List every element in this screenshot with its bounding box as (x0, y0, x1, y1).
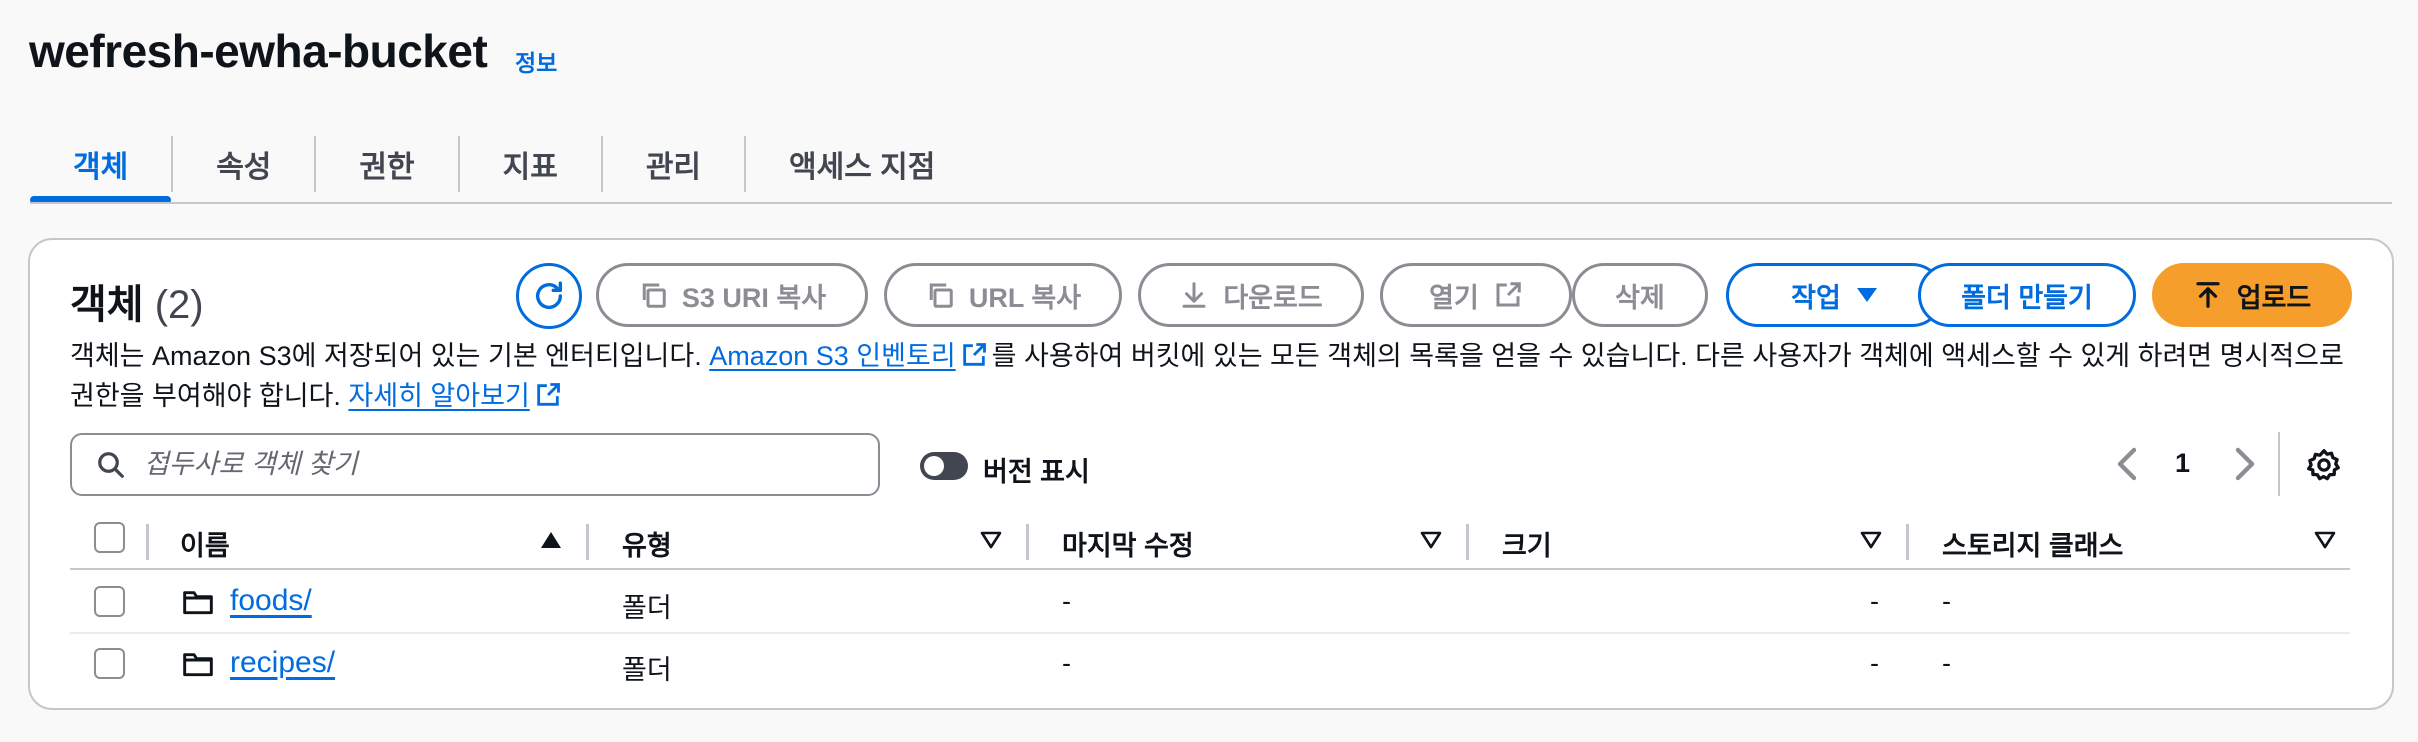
create-folder-label: 폴더 만들기 (1961, 282, 2093, 313)
row-size: - (1870, 586, 1879, 616)
row-last-modified: - (1062, 648, 1071, 678)
tab-management[interactable]: 관리 (603, 128, 744, 200)
table-header: 이름 유형 마지막 수정 크기 스토리지 클래스 (70, 516, 2350, 568)
tab-metrics[interactable]: 지표 (460, 128, 601, 200)
folder-link[interactable]: recipes/ (230, 646, 335, 680)
external-link-icon (1496, 282, 1521, 307)
column-header-storage-class[interactable]: 스토리지 클래스 (1942, 524, 2123, 563)
inventory-link[interactable]: Amazon S3 인벤토리 (709, 341, 955, 371)
tab-objects[interactable]: 객체 (30, 128, 172, 204)
column-header-type[interactable]: 유형 (622, 524, 672, 563)
copy-icon (929, 283, 953, 308)
objects-count: (2) (154, 283, 204, 327)
external-link-icon (537, 383, 560, 406)
column-header-size[interactable]: 크기 (1502, 524, 1552, 563)
column-header-last-modified[interactable]: 마지막 수정 (1062, 524, 1194, 563)
info-link[interactable]: 정보 (515, 44, 557, 78)
tabs-underline (30, 202, 2392, 204)
external-link-icon (962, 343, 986, 366)
upload-label: 업로드 (2236, 282, 2312, 313)
copy-url-label: URL 복사 (968, 282, 1082, 313)
copy-s3-uri-label: S3 URI 복사 (681, 282, 827, 313)
delete-label: 삭제 (1615, 282, 1665, 313)
actions-dropdown-button[interactable]: 작업 (1726, 263, 1944, 327)
copy-icon (642, 283, 666, 308)
row-checkbox[interactable] (94, 648, 125, 679)
copy-s3-uri-button[interactable]: S3 URI 복사 (596, 263, 868, 327)
row-type: 폴더 (622, 593, 672, 623)
delete-button[interactable]: 삭제 (1572, 263, 1708, 327)
create-folder-button[interactable]: 폴더 만들기 (1918, 263, 2136, 327)
current-page-number[interactable]: 1 (2175, 448, 2190, 479)
object-search-field[interactable] (70, 433, 880, 496)
search-icon (98, 451, 124, 478)
row-type: 폴더 (622, 655, 672, 685)
open-button[interactable]: 열기 (1380, 263, 1572, 327)
column-divider (1026, 524, 1029, 560)
objects-heading: 객체 (2) (70, 272, 204, 330)
folder-icon (183, 653, 213, 677)
sort-ascending-icon[interactable] (540, 530, 562, 550)
table-row: recipes/ 폴더 - - - (70, 634, 2350, 696)
show-versions-label: 버전 표시 (983, 457, 1090, 487)
folder-link[interactable]: foods/ (230, 584, 312, 618)
caret-down-icon (1856, 288, 1877, 302)
tab-permissions[interactable]: 권한 (316, 128, 457, 200)
sort-icon[interactable] (2314, 530, 2336, 550)
refresh-icon (535, 281, 563, 309)
sort-icon[interactable] (980, 530, 1002, 550)
column-divider (1466, 524, 1469, 560)
tab-properties[interactable]: 속성 (173, 128, 314, 200)
sort-icon[interactable] (1860, 530, 1882, 550)
column-divider (146, 524, 149, 560)
show-versions-toggle[interactable] (920, 452, 968, 480)
object-search-input[interactable] (144, 449, 878, 480)
select-all-checkbox[interactable] (94, 522, 125, 553)
next-page-icon[interactable] (2230, 446, 2258, 482)
sort-icon[interactable] (1420, 530, 1442, 550)
download-icon (1182, 282, 1206, 308)
column-header-name[interactable]: 이름 (180, 524, 230, 563)
refresh-button[interactable] (516, 263, 582, 329)
tab-bar: 객체 속성 권한 지표 관리 액세스 지점 (30, 128, 2392, 204)
upload-icon (2196, 282, 2220, 308)
tab-access-points[interactable]: 액세스 지점 (746, 128, 978, 200)
open-label: 열기 (1429, 282, 1479, 313)
pagination-divider (2278, 432, 2280, 496)
row-last-modified: - (1062, 586, 1071, 616)
objects-description: 객체는 Amazon S3에 저장되어 있는 기본 엔터티입니다. Amazon… (70, 336, 2360, 416)
row-checkbox[interactable] (94, 586, 125, 617)
row-storage-class: - (1942, 648, 1951, 678)
upload-button[interactable]: 업로드 (2152, 263, 2352, 327)
table-row: foods/ 폴더 - - - (70, 570, 2350, 632)
previous-page-icon[interactable] (2114, 446, 2142, 482)
learn-more-link[interactable]: 자세히 알아보기 (348, 381, 529, 411)
bucket-title: wefresh-ewha-bucket (29, 25, 488, 77)
actions-label: 작업 (1791, 282, 1841, 313)
column-divider (1906, 524, 1909, 560)
copy-url-button[interactable]: URL 복사 (884, 263, 1122, 327)
download-label: 다운로드 (1223, 282, 1323, 313)
gear-icon[interactable] (2306, 447, 2342, 483)
row-size: - (1870, 648, 1879, 678)
download-button[interactable]: 다운로드 (1138, 263, 1364, 327)
column-divider (586, 524, 589, 560)
objects-heading-label: 객체 (70, 283, 144, 327)
row-storage-class: - (1942, 586, 1951, 616)
folder-icon (183, 591, 213, 615)
description-text: 객체는 Amazon S3에 저장되어 있는 기본 엔터티입니다. (70, 341, 710, 371)
